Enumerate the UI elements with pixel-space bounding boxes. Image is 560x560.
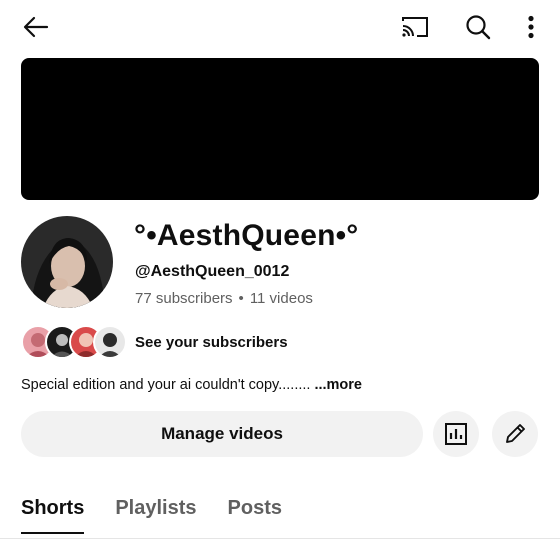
- tab-posts[interactable]: Posts: [228, 497, 282, 534]
- back-arrow-icon: [23, 16, 49, 38]
- back-button[interactable]: [18, 10, 54, 44]
- channel-tabs: Shorts Playlists Posts: [21, 497, 282, 534]
- analytics-icon: [445, 423, 467, 445]
- more-options-button[interactable]: [516, 10, 546, 44]
- channel-stats: 77 subscribers • 11 videos: [135, 290, 313, 307]
- channel-avatar[interactable]: [21, 216, 113, 308]
- see-subscribers-link[interactable]: See your subscribers: [135, 334, 288, 351]
- edit-channel-button[interactable]: [492, 411, 538, 457]
- tab-shorts[interactable]: Shorts: [21, 497, 85, 534]
- analytics-button[interactable]: [433, 411, 479, 457]
- more-vert-icon: [528, 15, 534, 39]
- tab-divider: [0, 538, 560, 539]
- tab-playlists[interactable]: Playlists: [115, 497, 196, 534]
- channel-banner: [21, 58, 539, 200]
- search-icon: [466, 15, 491, 40]
- stats-separator: •: [238, 290, 244, 307]
- description-text: Special edition and your ai couldn't cop…: [21, 377, 311, 393]
- cast-button[interactable]: [397, 10, 433, 44]
- pencil-icon: [506, 424, 525, 443]
- subscriber-count: 77 subscribers: [135, 290, 233, 307]
- search-button[interactable]: [460, 10, 496, 44]
- subscriber-avatar: [93, 325, 127, 359]
- channel-name: °•AesthQueen•°: [134, 219, 359, 252]
- more-link[interactable]: ...more: [314, 377, 362, 393]
- channel-description[interactable]: Special edition and your ai couldn't cop…: [21, 377, 362, 393]
- cast-icon: [402, 17, 428, 37]
- subscriber-avatars[interactable]: [21, 325, 127, 359]
- channel-handle: @AesthQueen_0012: [135, 263, 290, 280]
- manage-videos-button[interactable]: Manage videos: [21, 411, 423, 457]
- video-count: 11 videos: [249, 290, 313, 307]
